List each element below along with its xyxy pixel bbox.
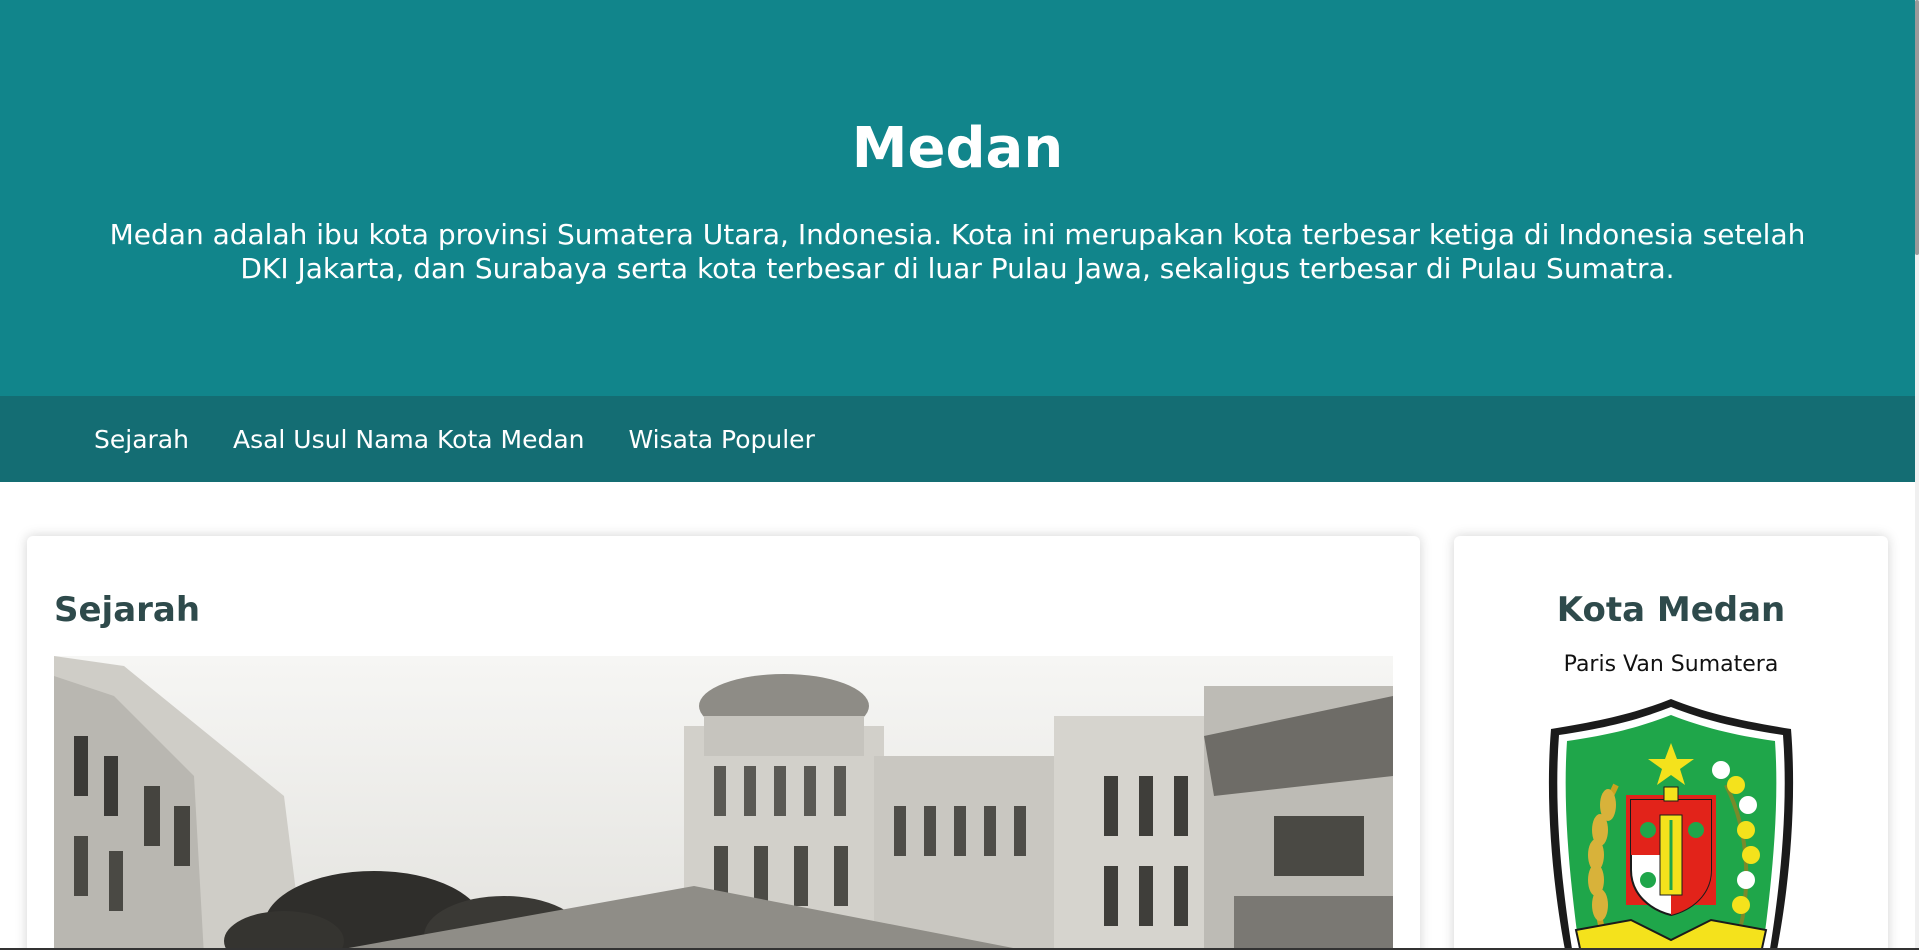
scrollbar-thumb[interactable] bbox=[1915, 0, 1919, 255]
page-scrollbar[interactable] bbox=[1915, 0, 1919, 950]
content-area: Medan Medan adalah ibu kota provinsi Sum… bbox=[0, 0, 1915, 950]
nav-link-asal-usul[interactable]: Asal Usul Nama Kota Medan bbox=[233, 425, 585, 454]
sejarah-card: Sejarah bbox=[27, 536, 1420, 950]
nav-link-wisata-populer[interactable]: Wisata Populer bbox=[629, 425, 815, 454]
hero-header: Medan Medan adalah ibu kota provinsi Sum… bbox=[0, 0, 1915, 396]
page: Medan Medan adalah ibu kota provinsi Sum… bbox=[0, 0, 1919, 950]
page-title: Medan bbox=[851, 116, 1064, 181]
hero-description: Medan adalah ibu kota provinsi Sumatera … bbox=[109, 217, 1806, 285]
kota-medan-card: Kota Medan Paris Van Sumatera bbox=[1454, 536, 1888, 950]
sidebar-tagline: Paris Van Sumatera bbox=[1563, 652, 1779, 677]
historic-street-photo-illustration bbox=[54, 656, 1393, 950]
medan-coat-of-arms-icon bbox=[1548, 699, 1794, 950]
sejarah-heading: Sejarah bbox=[54, 590, 201, 630]
sidebar-title: Kota Medan bbox=[1556, 590, 1786, 630]
historic-street-photo bbox=[54, 656, 1393, 950]
nav-link-sejarah[interactable]: Sejarah bbox=[94, 425, 189, 454]
main-nav: Sejarah Asal Usul Nama Kota Medan Wisata… bbox=[0, 396, 1915, 482]
